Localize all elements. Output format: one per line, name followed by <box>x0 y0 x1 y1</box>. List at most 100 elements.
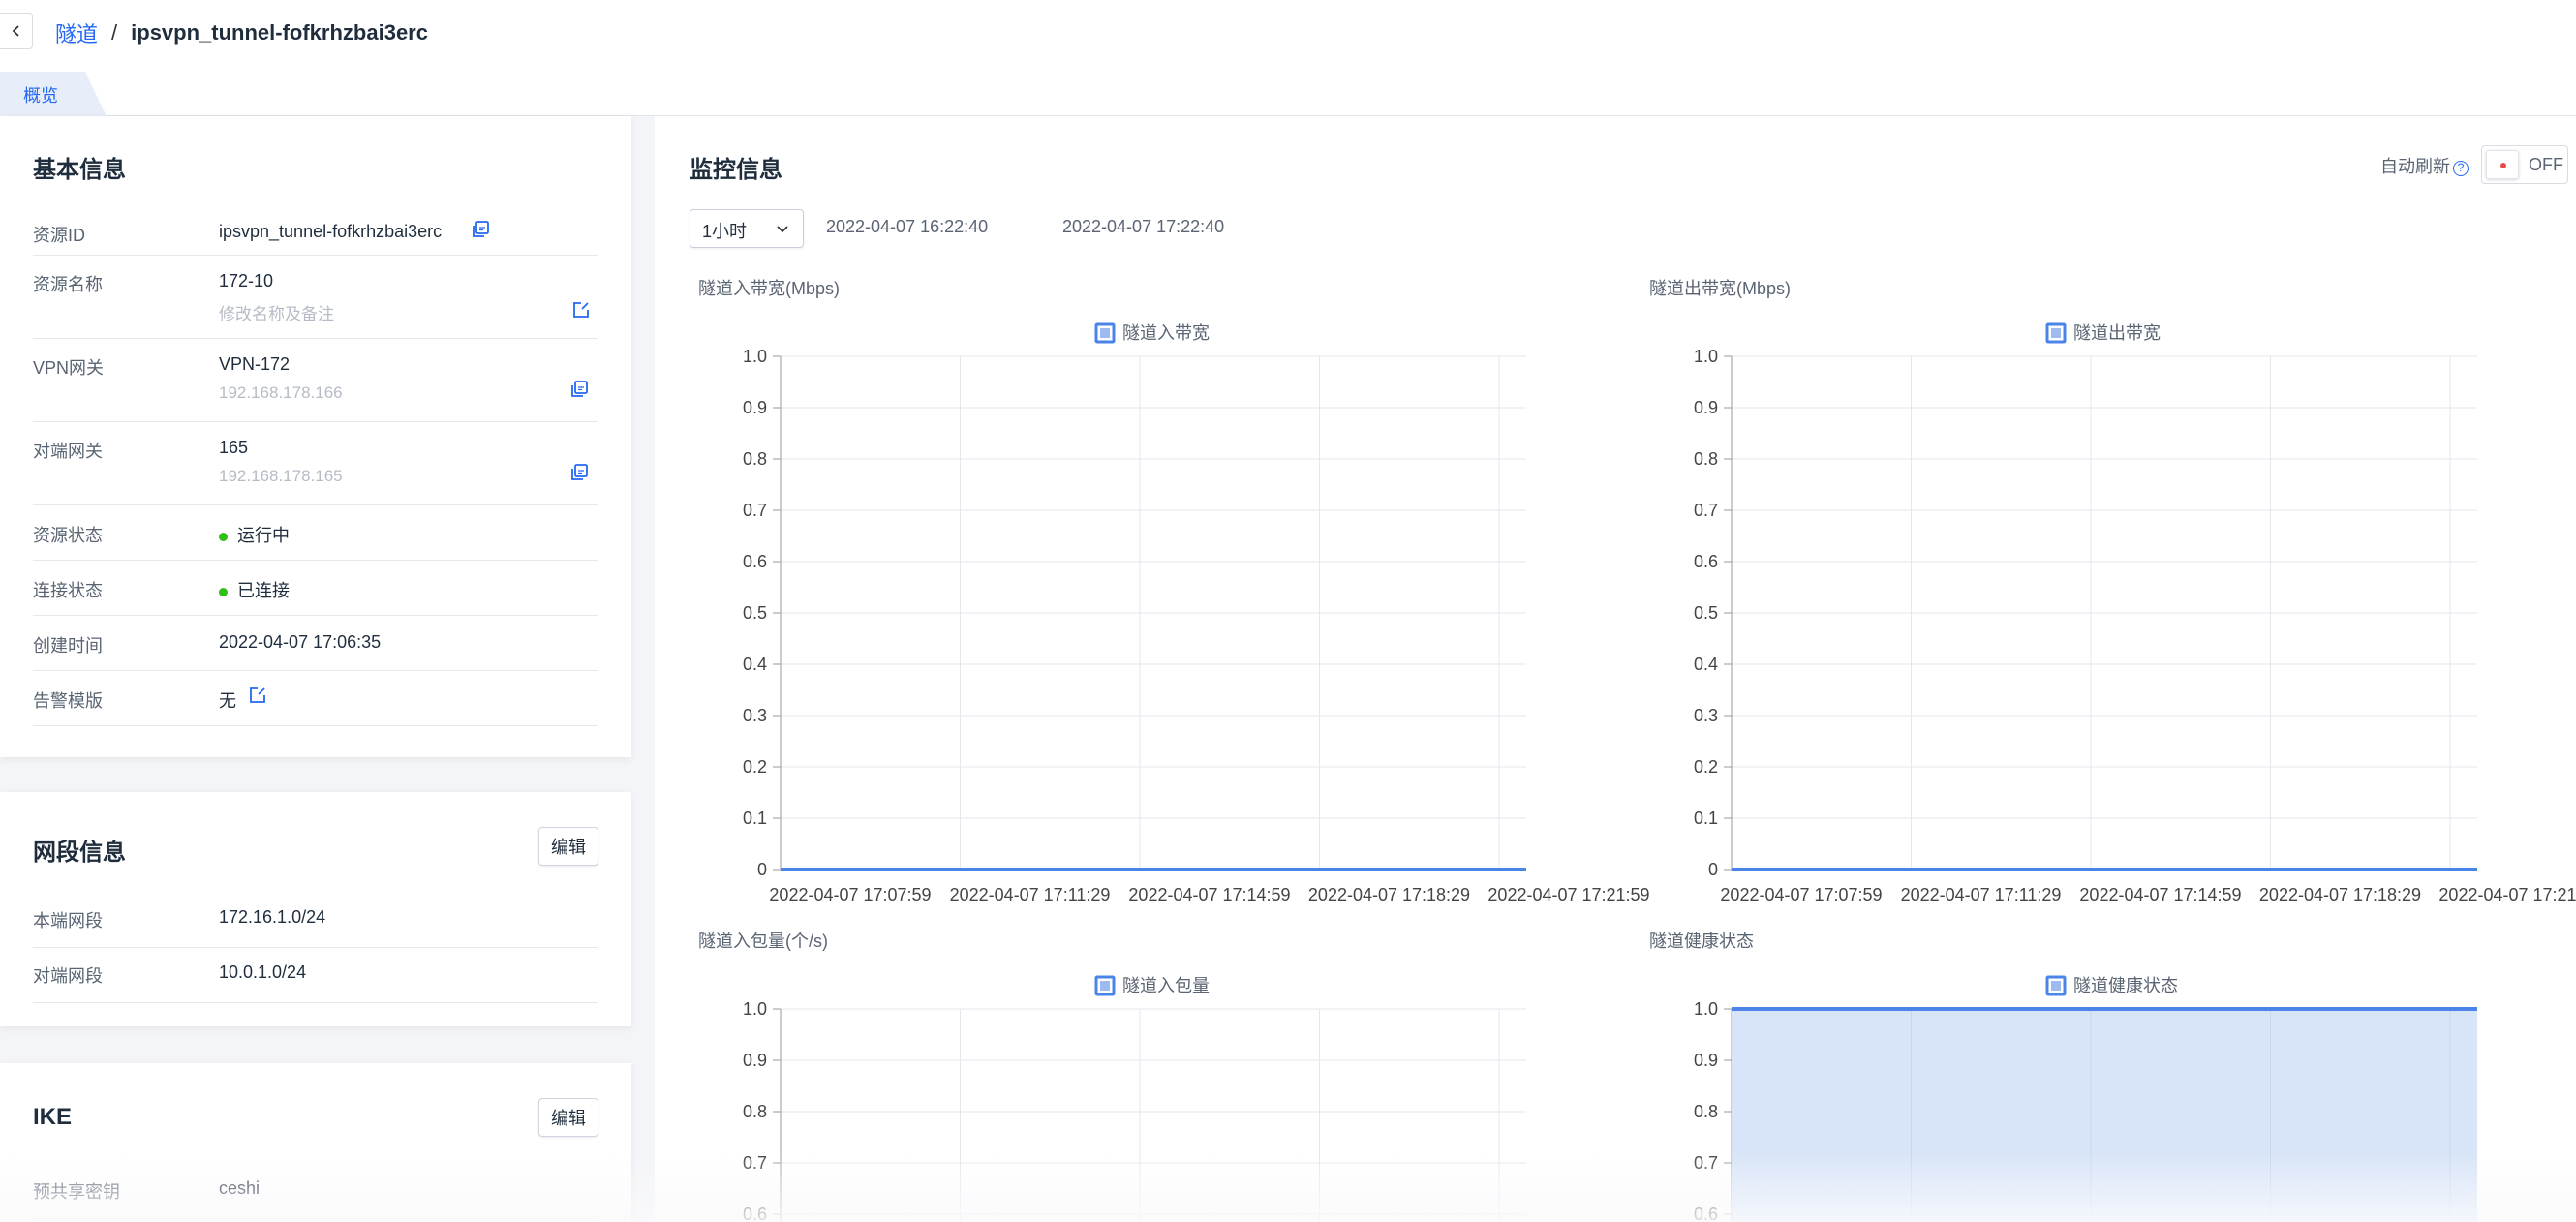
page-title: ipsvpn_tunnel-fofkrhzbai3erc <box>131 20 428 45</box>
connection-status: 已连接 <box>219 577 290 602</box>
x-tick-label: 2022-04-07 17:07:59 <box>769 885 931 904</box>
y-tick-label: 0.7 <box>1694 1153 1718 1173</box>
rename-hint: 修改名称及备注 <box>219 305 334 323</box>
info-row-connection-status: 连接状态 已连接 <box>33 561 598 616</box>
chevron-down-icon <box>777 226 788 233</box>
chart-title-in-packets: 隧道入包量(个/s) <box>698 932 828 951</box>
y-tick-label: 0.4 <box>743 655 767 674</box>
y-tick-label: 0.7 <box>743 501 767 520</box>
x-tick-label: 2022-04-07 17:21:59 <box>1487 885 1649 904</box>
info-row-alarm-template: 告警模版 无 <box>33 671 598 726</box>
breadcrumb-separator: / <box>111 20 118 45</box>
y-tick-label: 0.3 <box>1694 706 1718 725</box>
y-tick-label: 0.8 <box>743 449 767 469</box>
back-button[interactable] <box>0 13 33 49</box>
status-dot <box>219 532 228 541</box>
breadcrumb-parent-link[interactable]: 隧道 <box>55 17 98 48</box>
created-time-value: 2022-04-07 17:06:35 <box>219 632 382 652</box>
edit-icon[interactable] <box>248 686 267 705</box>
x-tick-label: 2022-04-07 17:18:29 <box>2259 885 2421 904</box>
segment-edit-button[interactable]: 编辑 <box>538 827 598 866</box>
ike-card: IKE 编辑 预共享密钥 ceshi <box>0 1063 631 1222</box>
legend-label: 隧道出带宽 <box>2073 323 2161 343</box>
x-tick-label: 2022-04-07 17:07:59 <box>1720 885 1882 904</box>
legend-swatch-fill <box>2051 328 2061 338</box>
basic-info-title: 基本信息 <box>33 157 126 183</box>
resource-status: 运行中 <box>219 522 290 547</box>
y-tick-label: 0 <box>1708 860 1718 879</box>
info-row-vpn-gateway: VPN网关 VPN-172 192.168.178.166 <box>33 339 598 422</box>
y-tick-label: 0.7 <box>1694 501 1718 520</box>
legend: 隧道出带宽 <box>2045 322 2161 344</box>
y-tick-label: 0 <box>757 860 767 879</box>
info-key: VPN网关 <box>33 358 105 378</box>
legend-swatch-fill <box>1100 328 1110 338</box>
info-key: 对端网段 <box>33 966 103 986</box>
copy-icon[interactable] <box>569 380 589 399</box>
connection-status-value: 已连接 <box>237 581 290 600</box>
auto-refresh-switch[interactable]: OFF <box>2481 145 2568 184</box>
vpn-gateway-value[interactable]: VPN-172 <box>219 354 290 375</box>
x-tick-label: 2022-04-07 17:21:59 <box>2438 885 2576 904</box>
y-tick-label: 0.9 <box>1694 398 1718 417</box>
info-key: 创建时间 <box>33 636 103 656</box>
y-tick-label: 0.9 <box>743 398 767 417</box>
y-tick-label: 1.0 <box>743 347 767 366</box>
switch-knob <box>2486 150 2519 179</box>
legend: 隧道健康状态 <box>2045 975 2178 996</box>
y-tick-label: 0.8 <box>1694 1102 1718 1121</box>
y-tick-label: 1.0 <box>1694 999 1718 1019</box>
y-tick-label: 0.6 <box>1694 552 1718 571</box>
basic-info-card: 基本信息 资源ID ipsvpn_tunnel-fofkrhzbai3erc 资… <box>0 116 631 757</box>
info-row-created-time: 创建时间 2022-04-07 17:06:35 <box>33 616 598 671</box>
peer-gateway-value[interactable]: 165 <box>219 438 248 458</box>
copy-icon[interactable] <box>569 463 589 482</box>
y-tick-label: 0.8 <box>743 1102 767 1121</box>
legend-label: 隧道入包量 <box>1122 976 1210 995</box>
end-time[interactable]: 2022-04-07 17:22:40 <box>1062 217 1224 237</box>
info-row-resource-id: 资源ID ipsvpn_tunnel-fofkrhzbai3erc <box>33 207 598 256</box>
tab-label: 概览 <box>23 86 58 106</box>
y-tick-label: 0.2 <box>743 757 767 777</box>
help-icon[interactable]: ? <box>2453 161 2469 176</box>
y-tick-label: 0.9 <box>1694 1051 1718 1070</box>
ike-edit-button[interactable]: 编辑 <box>538 1098 598 1137</box>
y-tick-label: 0.3 <box>743 706 767 725</box>
switch-state-label: OFF <box>2529 155 2563 174</box>
segment-row-peer: 对端网段 10.0.1.0/24 <box>33 948 598 1003</box>
chart-out-bandwidth: 隧道出带宽 0 0.1 0.2 0.3 0.4 0.5 0.6 0.7 0.8 0.9 1.0 2022… <box>1694 322 2576 904</box>
local-segment-value: 172.16.1.0/24 <box>219 907 326 927</box>
resource-status-value: 运行中 <box>237 526 290 545</box>
info-key: 资源状态 <box>33 526 103 545</box>
auto-refresh-text: 自动刷新 <box>2380 157 2450 176</box>
start-time[interactable]: 2022-04-07 16:22:40 <box>826 217 988 237</box>
x-tick-label: 2022-04-07 17:14:59 <box>2079 885 2241 904</box>
x-tick-label: 2022-04-07 17:18:29 <box>1308 885 1470 904</box>
y-tick-label: 0.5 <box>743 603 767 623</box>
info-key: 告警模版 <box>33 691 103 711</box>
chart-title-out-bandwidth: 隧道出带宽(Mbps) <box>1649 279 1792 298</box>
info-row-resource-name: 资源名称 172-10 修改名称及备注 <box>33 256 598 339</box>
chart-title-health: 隧道健康状态 <box>1649 932 1754 951</box>
copy-icon[interactable] <box>471 220 490 239</box>
ike-row-psk: 预共享密钥 ceshi <box>33 1164 598 1219</box>
legend-label: 隧道健康状态 <box>2073 976 2178 995</box>
monitor-title: 监控信息 <box>690 157 782 183</box>
tab-overview[interactable]: 概览 <box>0 72 107 116</box>
status-dot <box>219 587 228 596</box>
segment-row-local: 本端网段 172.16.1.0/24 <box>33 893 598 948</box>
time-range-select[interactable]: 1小时 <box>690 209 804 248</box>
alarm-template-value: 无 <box>219 691 236 711</box>
top-bar: 隧道 / ipsvpn_tunnel-fofkrhzbai3erc <box>0 0 2576 64</box>
psk-value: ceshi <box>219 1178 261 1198</box>
info-key: 本端网段 <box>33 911 103 931</box>
info-row-resource-status: 资源状态 运行中 <box>33 505 598 561</box>
tab-bar: 概览 <box>0 72 2576 116</box>
chart-in-packets: 隧道入包量 0.6 0.7 0.8 0.9 1.0 <box>743 975 1526 1222</box>
y-tick-label: 1.0 <box>743 999 767 1019</box>
time-range-value: 1小时 <box>702 222 748 241</box>
y-tick-label: 0.9 <box>743 1051 767 1070</box>
y-tick-label: 0.7 <box>743 1153 767 1173</box>
ike-title: IKE <box>33 1104 73 1130</box>
edit-icon[interactable] <box>571 300 591 320</box>
